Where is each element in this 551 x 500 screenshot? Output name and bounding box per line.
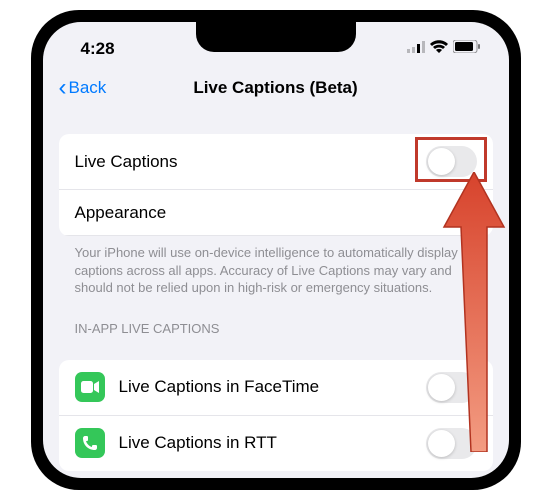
screen: 4:28 ‹ Back Live Captions (Beta) (43, 22, 509, 478)
appearance-label: Appearance (75, 203, 167, 223)
status-time: 4:28 (81, 39, 115, 59)
status-icons (407, 40, 481, 58)
appearance-row[interactable]: Appearance › (59, 190, 493, 236)
settings-group-1: Live Captions Appearance › (59, 134, 493, 236)
phone-frame: 4:28 ‹ Back Live Captions (Beta) (31, 10, 521, 490)
chevron-left-icon: ‹ (59, 74, 67, 102)
facetime-icon (75, 372, 105, 402)
notch (196, 22, 356, 52)
cellular-icon (407, 40, 425, 58)
phone-app-icon (75, 428, 105, 458)
back-button[interactable]: ‹ Back (59, 74, 107, 102)
content: Live Captions Appearance › Your iPhone w… (43, 134, 509, 471)
section-header-inapp: IN-APP LIVE CAPTIONS (59, 297, 493, 342)
rtt-label: Live Captions in RTT (119, 433, 277, 453)
battery-icon (453, 40, 481, 58)
live-captions-row[interactable]: Live Captions (59, 134, 493, 190)
toggle-knob (428, 148, 455, 175)
rtt-toggle[interactable] (426, 428, 477, 459)
rtt-row[interactable]: Live Captions in RTT (59, 416, 493, 471)
chevron-right-icon: › (471, 202, 477, 223)
page-title: Live Captions (Beta) (193, 78, 357, 98)
nav-bar: ‹ Back Live Captions (Beta) (43, 66, 509, 116)
footer-text-1: Your iPhone will use on-device intellige… (59, 236, 493, 297)
facetime-toggle[interactable] (426, 372, 477, 403)
live-captions-toggle[interactable] (426, 146, 477, 177)
facetime-row[interactable]: Live Captions in FaceTime (59, 360, 493, 416)
live-captions-label: Live Captions (75, 152, 178, 172)
wifi-icon (430, 40, 448, 58)
toggle-knob (428, 374, 455, 401)
facetime-label: Live Captions in FaceTime (119, 377, 320, 397)
settings-group-2: Live Captions in FaceTime Live Captions … (59, 360, 493, 471)
back-label: Back (69, 78, 107, 98)
toggle-knob (428, 430, 455, 457)
